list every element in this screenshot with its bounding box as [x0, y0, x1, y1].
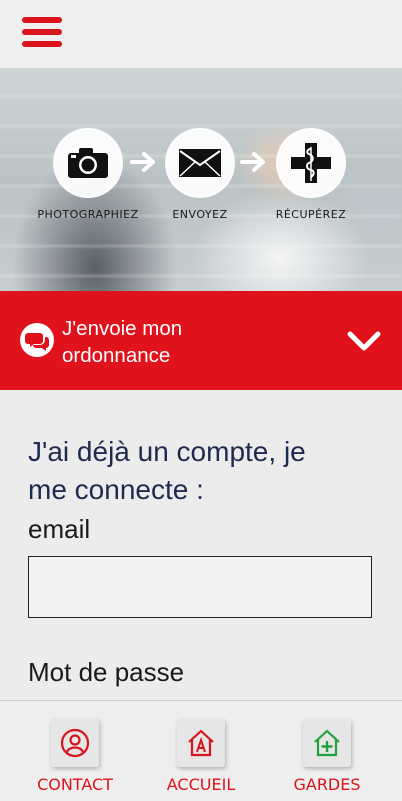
nav-icon-box [177, 719, 225, 767]
step-label: ENVOYEZ [172, 208, 228, 221]
person-icon [60, 728, 90, 758]
nav-label: GARDES [293, 775, 361, 794]
step-circle [53, 128, 123, 198]
nav-label: CONTACT [37, 775, 113, 794]
step-collect: RÉCUPÉREZ [256, 128, 366, 221]
bottom-navigation: CONTACT ACCUEIL GARDES [0, 700, 402, 801]
email-label: email [28, 514, 91, 544]
nav-guards[interactable]: GARDES [260, 701, 394, 801]
top-bar [0, 0, 402, 68]
nav-contact[interactable]: CONTACT [8, 701, 142, 801]
login-title-line2: me connecte : [28, 474, 204, 505]
step-send: ENVOYEZ [145, 128, 255, 221]
banner-line2: ordonnance [62, 344, 171, 367]
chat-bubble-icon [20, 323, 54, 357]
email-field[interactable] [28, 556, 372, 618]
hamburger-line [22, 41, 62, 47]
hero-banner: PHOTOGRAPHIEZ ENVOYEZ RÉCUPÉREZ [0, 68, 402, 291]
banner-line1: J'envoie mon [62, 317, 183, 340]
hamburger-line [22, 17, 62, 23]
step-circle [276, 128, 346, 198]
camera-icon [68, 148, 108, 178]
login-title-line1: J'ai déjà un compte, je [28, 436, 306, 467]
step-label: RÉCUPÉREZ [275, 208, 347, 221]
nav-icon-box [51, 719, 99, 767]
login-title: J'ai déjà un compte, je me connecte : [28, 433, 374, 509]
house-plus-icon [314, 729, 340, 757]
send-prescription-banner[interactable]: J'envoie mon ordonnance [0, 291, 402, 390]
nav-label: ACCUEIL [166, 775, 236, 794]
nav-icon-box [303, 719, 351, 767]
home-icon [188, 729, 214, 757]
nav-home[interactable]: ACCUEIL [134, 701, 268, 801]
pharmacy-cross-icon [291, 143, 331, 183]
hamburger-menu-icon[interactable] [22, 17, 62, 51]
hamburger-line [22, 29, 62, 35]
step-label: PHOTOGRAPHIEZ [37, 208, 139, 221]
envelope-icon [179, 149, 221, 177]
step-photograph: PHOTOGRAPHIEZ [33, 128, 143, 221]
step-circle [165, 128, 235, 198]
banner-text: J'envoie mon ordonnance [62, 315, 322, 369]
chevron-down-icon[interactable] [346, 329, 382, 353]
password-label: Mot de passe [28, 657, 185, 687]
